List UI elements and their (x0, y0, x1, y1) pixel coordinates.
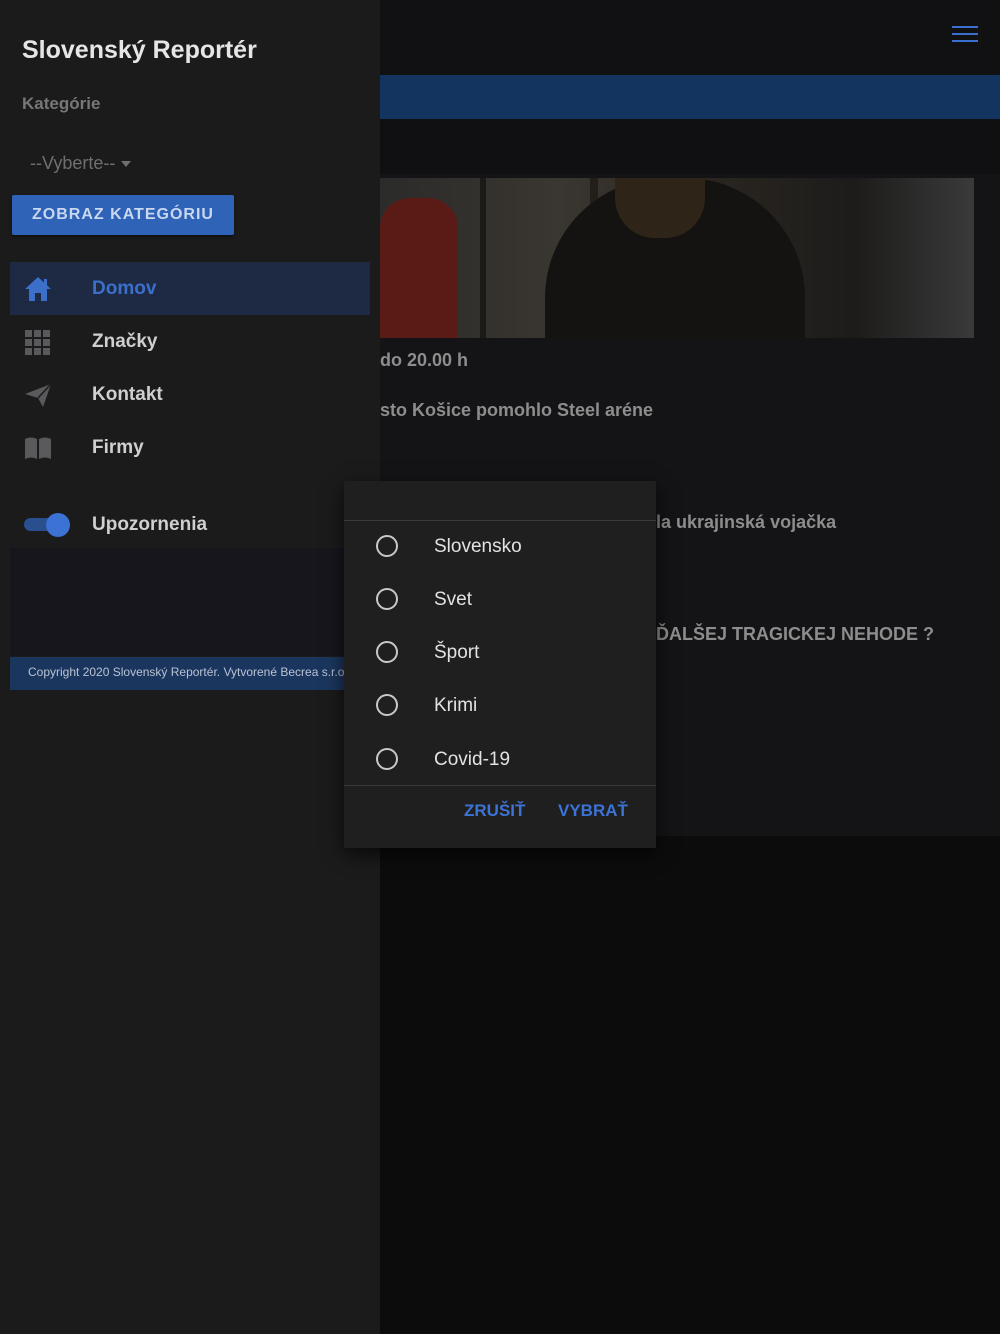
page-lower-area (380, 836, 1000, 1334)
copyright-footer: Copyright 2020 Slovenský Reportér. Vytvo… (10, 657, 380, 690)
notifications-toggle[interactable] (24, 513, 70, 537)
option-label: Svet (434, 589, 473, 610)
radio-button[interactable] (376, 588, 398, 610)
option-svet[interactable]: Svet (344, 575, 656, 628)
option-label: Covid-19 (434, 749, 511, 770)
nav-item-companies[interactable]: Firmy (10, 421, 370, 474)
dialog-divider (344, 785, 656, 786)
drawer-spacer (10, 548, 380, 656)
book-icon (25, 437, 51, 459)
caret-down-icon (121, 161, 132, 168)
option-label: Krimi (434, 695, 478, 716)
send-icon (25, 383, 52, 407)
notifications-label: Upozornenia (92, 514, 208, 535)
show-category-button[interactable]: ZOBRAZ KATEGÓRIU (12, 195, 234, 235)
grid-icon (25, 330, 50, 355)
blue-banner (380, 75, 1000, 119)
menu-icon[interactable] (952, 26, 978, 46)
nav-item-label: Domov (92, 278, 157, 299)
home-icon (25, 277, 51, 301)
radio-button[interactable] (376, 694, 398, 716)
article-image[interactable] (380, 178, 974, 338)
nav-item-label: Značky (92, 331, 158, 352)
top-app-bar (380, 0, 1000, 75)
radio-button[interactable] (376, 641, 398, 663)
option-sport[interactable]: Šport (344, 628, 656, 681)
select-button[interactable]: VYBRAŤ (554, 797, 632, 825)
radio-button[interactable] (376, 748, 398, 770)
navigation-drawer: Slovenský Reportér Kategórie --Vyberte--… (0, 0, 380, 1334)
option-label: Slovensko (434, 536, 522, 557)
nav-item-contact[interactable]: Kontakt (10, 368, 370, 421)
nav-item-tags[interactable]: Značky (10, 315, 370, 368)
article-headline[interactable]: ĎALŠEJ TRAGICKEJ NEHODE ? (656, 624, 934, 645)
option-label: Šport (434, 642, 480, 663)
article-headline[interactable]: sto Košice pomohlo Steel aréne (380, 400, 653, 421)
app-title: Slovenský Reportér (22, 36, 257, 64)
option-covid[interactable]: Covid-19 (344, 735, 656, 788)
article-headline[interactable]: do 20.00 h (380, 350, 468, 371)
article-headline[interactable]: la ukrajinská vojačka (656, 512, 836, 533)
category-select[interactable]: --Vyberte-- (30, 153, 132, 174)
nav-item-label: Kontakt (92, 384, 163, 405)
option-slovensko[interactable]: Slovensko (344, 522, 656, 575)
nav-item-label: Firmy (92, 437, 144, 458)
category-label: Kategórie (22, 94, 101, 113)
radio-button[interactable] (376, 535, 398, 557)
dialog-header (344, 481, 656, 521)
category-select-value: --Vyberte-- (30, 153, 116, 173)
nav-item-home[interactable]: Domov (10, 262, 370, 315)
banner-strip (380, 119, 1000, 174)
option-krimi[interactable]: Krimi (344, 681, 656, 734)
cancel-button[interactable]: ZRUŠIŤ (460, 797, 529, 825)
category-picker-dialog: Slovensko Svet Šport Krimi Covid-19 ZRUŠ… (344, 481, 656, 848)
